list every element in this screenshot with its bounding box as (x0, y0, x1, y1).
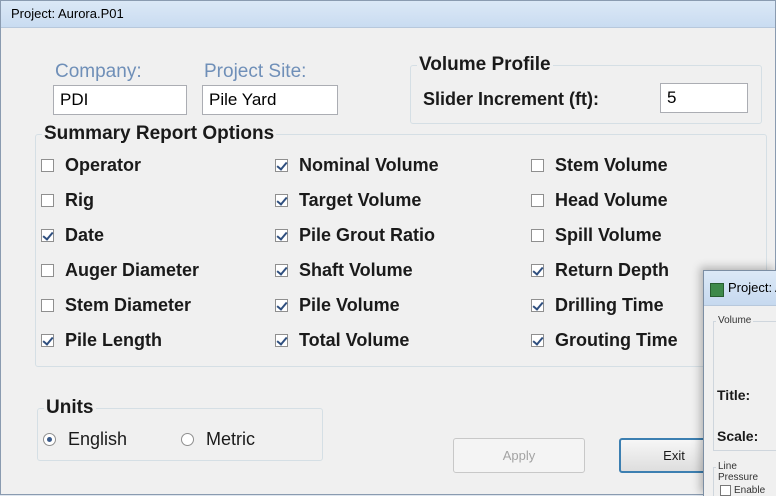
checkbox-checked-icon (275, 193, 288, 207)
secondary-checkbox-label: Enable (734, 485, 766, 496)
checkbox-target-volume[interactable]: Target Volume (275, 188, 421, 212)
company-input[interactable] (53, 85, 187, 115)
checkbox-label: Shaft Volume (299, 259, 413, 280)
checkbox-checked-icon (531, 333, 544, 347)
company-label: Company: (55, 61, 142, 82)
checkbox-label: Auger Diameter (65, 259, 200, 280)
checkbox-rig[interactable]: Rig (41, 188, 94, 212)
checkbox-label: Spill Volume (555, 224, 662, 245)
units-metric-radio[interactable]: Metric (181, 429, 255, 450)
volume-profile-title: Volume Profile (419, 54, 551, 75)
checkbox-label: Grouting Time (555, 329, 678, 350)
checkbox-return-depth[interactable]: Return Depth (531, 258, 669, 282)
checkbox-label: Pile Volume (299, 294, 400, 315)
checkbox-unchecked-icon (531, 158, 544, 172)
checkbox-checked-icon (275, 228, 288, 242)
checkbox-pile-length[interactable]: Pile Length (41, 328, 162, 352)
checkbox-nominal-volume[interactable]: Nominal Volume (275, 153, 439, 177)
checkbox-label: Operator (65, 154, 142, 175)
checkbox-spill-volume[interactable]: Spill Volume (531, 223, 662, 247)
checkbox-unchecked-icon (531, 193, 544, 207)
secondary-title-bar: Project: A (704, 271, 776, 306)
checkbox-label: Nominal Volume (299, 154, 439, 175)
secondary-checkbox[interactable]: Enable (720, 485, 765, 496)
checkbox-grouting-time[interactable]: Grouting Time (531, 328, 678, 352)
checkbox-label: Date (65, 224, 105, 245)
project-options-window: Project: Aurora.P01 Company: Project Sit… (0, 0, 776, 495)
checkbox-checked-icon (275, 298, 288, 312)
slider-increment-input[interactable] (660, 83, 748, 113)
checkbox-checked-icon (531, 298, 544, 312)
secondary-line-group-label: Line Pressure (716, 461, 776, 483)
checkbox-pile-volume[interactable]: Pile Volume (275, 293, 400, 317)
secondary-title-label: Title: (717, 387, 751, 403)
checkbox-unchecked-icon (41, 263, 54, 277)
radio-unselected-icon (181, 433, 194, 446)
checkbox-operator[interactable]: Operator (41, 153, 141, 177)
checkbox-head-volume[interactable]: Head Volume (531, 188, 668, 212)
checkbox-label: Stem Diameter (65, 294, 192, 315)
checkbox-unchecked-icon (41, 298, 54, 312)
checkbox-auger-diameter[interactable]: Auger Diameter (41, 258, 199, 282)
slider-increment-label: Slider Increment (ft): (423, 89, 600, 109)
checkbox-checked-icon (41, 228, 54, 242)
secondary-scale-label: Scale: (717, 428, 759, 444)
units-title: Units (46, 397, 94, 418)
checkbox-total-volume[interactable]: Total Volume (275, 328, 409, 352)
checkbox-label: Head Volume (555, 189, 668, 210)
checkbox-checked-icon (275, 333, 288, 347)
units-english-label: English (68, 429, 128, 449)
project-site-label: Project Site: (204, 61, 307, 82)
checkbox-label: Pile Grout Ratio (299, 224, 436, 245)
checkbox-shaft-volume[interactable]: Shaft Volume (275, 258, 413, 282)
checkbox-date[interactable]: Date (41, 223, 104, 247)
title-bar: Project: Aurora.P01 (1, 1, 775, 28)
checkbox-label: Pile Length (65, 329, 163, 350)
project-site-input[interactable] (202, 85, 338, 115)
summary-report-options-title: Summary Report Options (44, 123, 275, 144)
apply-button[interactable]: Apply (453, 438, 585, 473)
secondary-volume-group-label: Volume (716, 315, 754, 326)
checkbox-checked-icon (531, 263, 544, 277)
checkbox-drilling-time[interactable]: Drilling Time (531, 293, 664, 317)
checkbox-label: Rig (65, 189, 94, 210)
checkbox-checked-icon (275, 158, 288, 172)
checkbox-label: Drilling Time (555, 294, 664, 315)
checkbox-label: Stem Volume (555, 154, 668, 175)
checkbox-checked-icon (41, 333, 54, 347)
window-title: Project: Aurora.P01 (11, 6, 124, 21)
checkbox-pile-grout-ratio[interactable]: Pile Grout Ratio (275, 223, 435, 247)
checkbox-label: Total Volume (299, 329, 410, 350)
checkbox-unchecked-icon (41, 158, 54, 172)
checkbox-icon (720, 485, 731, 496)
radio-selected-icon (43, 433, 56, 446)
checkbox-unchecked-icon (41, 193, 54, 207)
secondary-project-window[interactable]: Project: A Volume Title: Scale: Line Pre… (703, 270, 776, 496)
checkbox-label: Return Depth (555, 259, 669, 280)
checkbox-checked-icon (275, 263, 288, 277)
app-icon (710, 283, 724, 297)
units-english-radio[interactable]: English (43, 429, 127, 450)
checkbox-stem-diameter[interactable]: Stem Diameter (41, 293, 191, 317)
checkbox-unchecked-icon (531, 228, 544, 242)
checkbox-stem-volume[interactable]: Stem Volume (531, 153, 668, 177)
checkbox-label: Target Volume (299, 189, 422, 210)
secondary-window-title: Project: A (728, 280, 776, 295)
units-metric-label: Metric (206, 429, 255, 449)
